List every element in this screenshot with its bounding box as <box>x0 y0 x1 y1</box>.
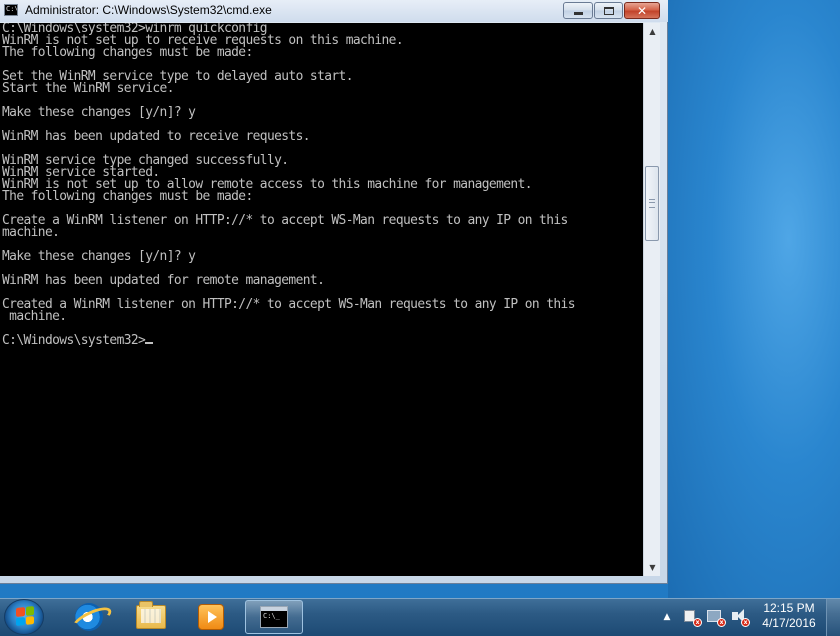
clock-time: 12:15 PM <box>763 601 815 615</box>
folder-icon <box>136 601 166 629</box>
start-button[interactable] <box>4 599 44 635</box>
console-line: machine. <box>2 309 67 324</box>
close-icon: ✕ <box>636 3 648 18</box>
taskbar-command-prompt[interactable]: C:\_ <box>245 600 303 634</box>
minimize-icon <box>573 12 583 15</box>
title-bar[interactable]: C:\ Administrator: C:\Windows\System32\c… <box>0 0 668 22</box>
taskbar-media-player[interactable] <box>185 600 237 634</box>
console-output[interactable]: C:\Windows\system32>winrm quickconfig Wi… <box>0 23 643 576</box>
text-cursor <box>145 342 154 344</box>
volume-icon[interactable]: x <box>730 609 750 627</box>
console-prompt: C:\Windows\system32> <box>2 333 146 348</box>
ie-icon <box>75 603 103 631</box>
console-line: Start the WinRM service. <box>2 81 174 96</box>
console-line: Created a WinRM listener on HTTP://* to … <box>2 297 575 312</box>
maximize-button[interactable] <box>594 2 623 19</box>
clock-date: 4/17/2016 <box>762 616 816 630</box>
console-text: C:\Windows\system32>winrm quickconfig Wi… <box>0 23 643 347</box>
show-hidden-icons-button[interactable]: ▲ <box>661 608 673 626</box>
taskbar-windows-explorer[interactable] <box>125 600 177 634</box>
scroll-down-icon[interactable]: ▼ <box>644 559 661 576</box>
window-title: Administrator: C:\Windows\System32\cmd.e… <box>25 3 272 17</box>
console-line: Make these changes [y/n]? y <box>2 249 196 264</box>
taskbar-internet-explorer[interactable] <box>63 600 115 634</box>
media-player-icon <box>198 604 224 630</box>
vertical-scrollbar[interactable]: ▲ ▼ <box>643 23 660 576</box>
console-line: Create a WinRM listener on HTTP://* to a… <box>2 213 568 228</box>
cmd-window: C:\ Administrator: C:\Windows\System32\c… <box>0 0 668 584</box>
console-line: WinRM has been updated to receive reques… <box>2 129 311 144</box>
console-line: The following changes must be made: <box>2 189 253 204</box>
console-line: machine. <box>2 225 60 240</box>
grip-icon <box>649 199 655 208</box>
close-button[interactable]: ✕ <box>624 2 660 19</box>
scroll-up-icon[interactable]: ▲ <box>644 23 661 40</box>
cmd-icon[interactable]: C:\ <box>4 4 18 16</box>
desktop-background <box>668 0 840 598</box>
console-line: WinRM has been updated for remote manage… <box>2 273 325 288</box>
show-desktop-button[interactable] <box>826 599 840 636</box>
minimize-button[interactable] <box>563 2 593 19</box>
action-center-flag-icon[interactable]: x <box>682 609 702 627</box>
console-line: The following changes must be made: <box>2 45 253 60</box>
system-clock[interactable]: 12:15 PM 4/17/2016 <box>757 601 821 631</box>
console-line: Make these changes [y/n]? y <box>2 105 196 120</box>
restore-icon <box>603 6 614 15</box>
network-icon[interactable]: x <box>706 609 726 627</box>
scroll-thumb[interactable] <box>645 166 659 241</box>
cmd-icon: C:\_ <box>260 606 288 628</box>
windows-logo-icon <box>16 606 34 626</box>
taskbar: C:\_ ▲ x x x 12:15 PM 4/17/2016 <box>0 598 840 636</box>
